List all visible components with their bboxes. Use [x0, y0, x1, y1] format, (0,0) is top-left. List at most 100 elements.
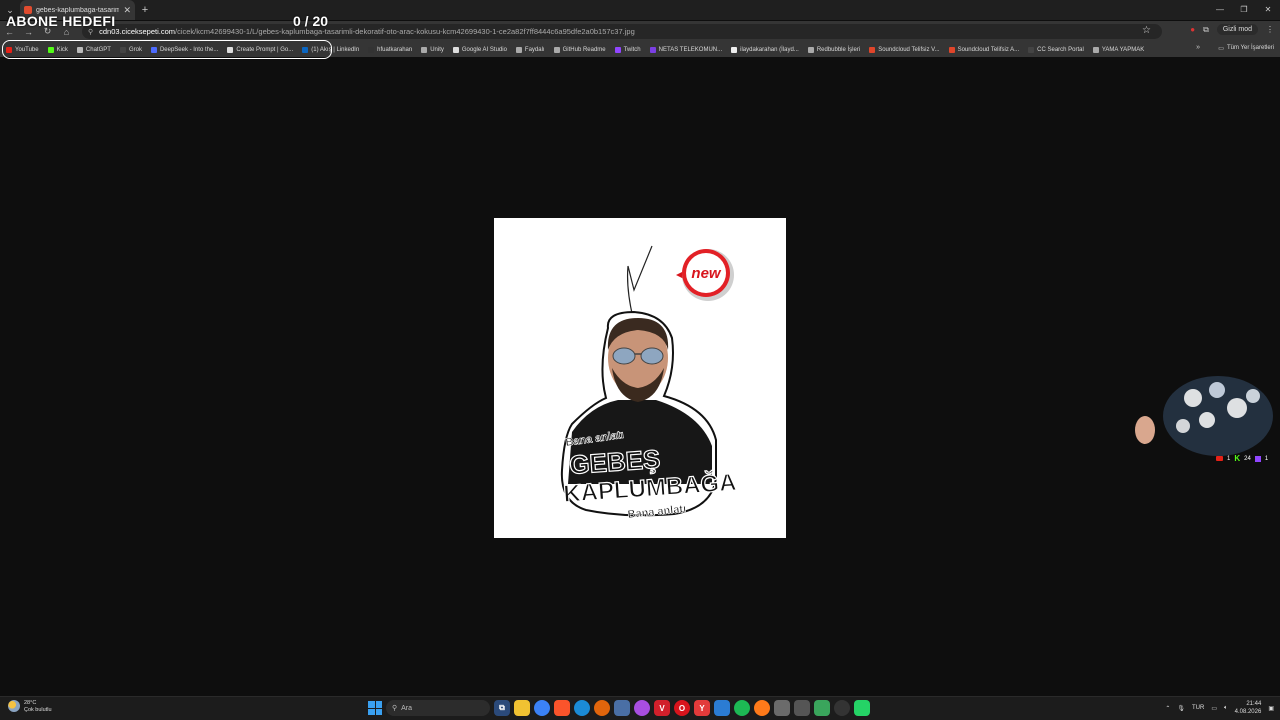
bookmark-label: Soundcloud Telifsiz A... — [957, 46, 1020, 53]
bookmark-item[interactable]: Grok — [119, 46, 142, 53]
weather-desc: Çok bulutlu — [24, 707, 52, 713]
bookmark-item[interactable]: DeepSeek - Into the... — [150, 46, 218, 53]
app-icon-4[interactable] — [794, 700, 810, 716]
bookmark-item[interactable]: Soundcloud Telifsiz V... — [869, 46, 940, 53]
twitch-icon — [1254, 455, 1261, 462]
bookmark-item[interactable]: CC Search Portal — [1028, 46, 1084, 53]
restore-icon[interactable]: ❐ — [1232, 0, 1256, 20]
bookmark-favicon-icon — [1092, 46, 1099, 53]
bookmark-label: Grok — [128, 46, 142, 53]
bookmark-item[interactable]: ilaydakarahan (İlayd... — [731, 46, 799, 53]
weather-widget[interactable]: 28°C Çok bulutlu — [8, 700, 52, 714]
obs-icon[interactable] — [834, 700, 850, 716]
bookmark-item[interactable]: Create Prompt | Go... — [227, 46, 294, 53]
bookmark-star-icon[interactable]: ☆ — [1142, 25, 1151, 36]
bookmarks-bar: YouTube Kick ChatGPT Grok DeepSeek - Into th… — [0, 42, 1280, 57]
tray-overflow-icon[interactable]: ⌃ — [1165, 705, 1170, 712]
minimize-icon[interactable]: — — [1208, 0, 1232, 20]
bookmark-favicon-icon — [553, 46, 560, 53]
product-image[interactable]: new Bana anlatı GEBEŞ KAPLUMBAĞA Bana an… — [494, 218, 786, 538]
bookmark-favicon-icon — [302, 46, 309, 53]
weather-temp: 28°C — [24, 700, 37, 706]
network-icon[interactable]: ▭ — [1211, 705, 1217, 712]
bookmark-label: Faydalı — [524, 46, 545, 53]
app-icon-5[interactable] — [814, 700, 830, 716]
yandex-icon[interactable]: Y — [694, 700, 710, 716]
bookmark-item[interactable]: Faydalı — [515, 46, 545, 53]
vivaldi-icon[interactable]: V — [654, 700, 670, 716]
extensions-puzzle-icon[interactable]: ⧉ — [1203, 25, 1209, 35]
kick-icon: K — [1234, 454, 1241, 463]
bookmark-item[interactable]: Kick — [47, 46, 68, 53]
bookmark-item[interactable]: Soundcloud Telifsiz A... — [948, 46, 1020, 53]
app-icon-1[interactable] — [614, 700, 630, 716]
bookmark-favicon-icon — [76, 46, 83, 53]
kick-count: 24 — [1244, 455, 1251, 462]
system-tray: ⌃ 🎙︎ TUR ▭ 🔈︎ 21:44 4.08.2026 ▣ — [1165, 700, 1274, 716]
bookmark-favicon-icon — [1028, 46, 1035, 53]
window-controls: — ❐ ✕ — [1208, 0, 1280, 20]
bookmark-label: NETAS TELEKOMUN... — [658, 46, 723, 53]
bookmark-item[interactable]: (1) Akış | LinkedIn — [302, 46, 359, 53]
youtube-count: 1 — [1227, 455, 1231, 462]
right-lens — [640, 347, 664, 365]
language-indicator[interactable]: TUR — [1192, 705, 1204, 711]
bookmark-favicon-icon — [948, 46, 955, 53]
all-bookmarks-label: Tüm Yer İşaretleri — [1226, 45, 1274, 51]
app-icon-3[interactable] — [754, 700, 770, 716]
menu-icon[interactable]: ⋮ — [1266, 25, 1274, 34]
clock[interactable]: 21:44 4.08.2026 — [1235, 700, 1262, 716]
bookmark-label: CC Search Portal — [1037, 46, 1084, 53]
whatsapp-icon[interactable] — [854, 700, 870, 716]
bookmark-item[interactable]: Redbubble İşleri — [807, 46, 860, 53]
taskbar-apps: ⚲ Ara ⧉ V O Y — [368, 700, 870, 716]
bookmark-label: GitHub Readme — [562, 46, 606, 53]
taskbar: 28°C Çok bulutlu ⚲ Ara ⧉ V O Y ⌃ 🎙︎ TUR … — [0, 696, 1280, 720]
bookmark-label: Unity — [430, 46, 444, 53]
brave-icon[interactable] — [554, 700, 570, 716]
bookmark-item[interactable]: YAMA YAPMAK — [1092, 46, 1144, 53]
app-icon-2[interactable] — [714, 700, 730, 716]
bookmark-favicon-icon — [421, 46, 428, 53]
taskview-icon[interactable]: ⧉ — [494, 700, 510, 716]
bookmark-label: ChatGPT — [85, 46, 111, 53]
navigation-bar: ← → ↻ ⌂ ⚲ cdn03.ciceksepeti.com/cicek/kc… — [0, 21, 1280, 42]
bookmark-item[interactable]: Twitch — [614, 46, 641, 53]
volume-icon[interactable]: 🔈︎ — [1224, 705, 1228, 712]
close-window-icon[interactable]: ✕ — [1256, 0, 1280, 20]
bookmark-favicon-icon — [47, 46, 54, 53]
microphone-icon[interactable]: 🎙︎ — [1177, 705, 1185, 712]
bookmark-item[interactable]: hfuatkarahan — [368, 46, 412, 53]
spotify-icon[interactable] — [734, 700, 750, 716]
calculator-icon[interactable] — [774, 700, 790, 716]
taskbar-search[interactable]: ⚲ Ara — [386, 700, 490, 716]
bookmark-item[interactable]: ChatGPT — [76, 46, 111, 53]
all-bookmarks-button[interactable]: ▭ Tüm Yer İşaretleri — [1218, 45, 1274, 52]
opera-icon[interactable]: O — [674, 700, 690, 716]
incognito-indicator[interactable]: Gizli mod — [1216, 24, 1258, 35]
bookmark-favicon-icon — [731, 46, 738, 53]
notification-icon[interactable]: ▣ — [1268, 705, 1274, 712]
extension-icon[interactable]: ● — [1190, 25, 1195, 34]
bookmark-favicon-icon — [150, 46, 157, 53]
subscriber-goal-count: 0 / 20 — [293, 13, 329, 29]
tor-icon[interactable] — [634, 700, 650, 716]
tab-close-icon[interactable]: ✕ — [123, 5, 131, 16]
address-bar[interactable]: ⚲ cdn03.ciceksepeti.com/cicek/kcm4269943… — [82, 24, 1162, 39]
firefox-icon[interactable] — [594, 700, 610, 716]
clock-time: 21:44 — [1246, 701, 1262, 707]
file-explorer-icon[interactable] — [514, 700, 530, 716]
bookmarks-overflow-icon[interactable]: » — [1196, 44, 1200, 51]
bookmark-item[interactable]: YouTube — [6, 46, 39, 53]
bookmark-item[interactable]: Unity — [421, 46, 444, 53]
windows-start-icon[interactable] — [368, 701, 382, 715]
bookmark-item[interactable]: NETAS TELEKOMUN... — [649, 46, 723, 53]
bookmark-item[interactable]: Google AI Studio — [452, 46, 507, 53]
bookmark-item[interactable]: GitHub Readme — [553, 46, 606, 53]
bookmark-favicon-icon — [515, 46, 522, 53]
bookmark-label: Create Prompt | Go... — [236, 46, 294, 53]
edge-icon[interactable] — [574, 700, 590, 716]
air-freshener-illustration: new Bana anlatı GEBEŞ KAPLUMBAĞA Bana an… — [560, 245, 738, 521]
new-tab-button[interactable]: + — [135, 4, 155, 16]
chrome-icon[interactable] — [534, 700, 550, 716]
